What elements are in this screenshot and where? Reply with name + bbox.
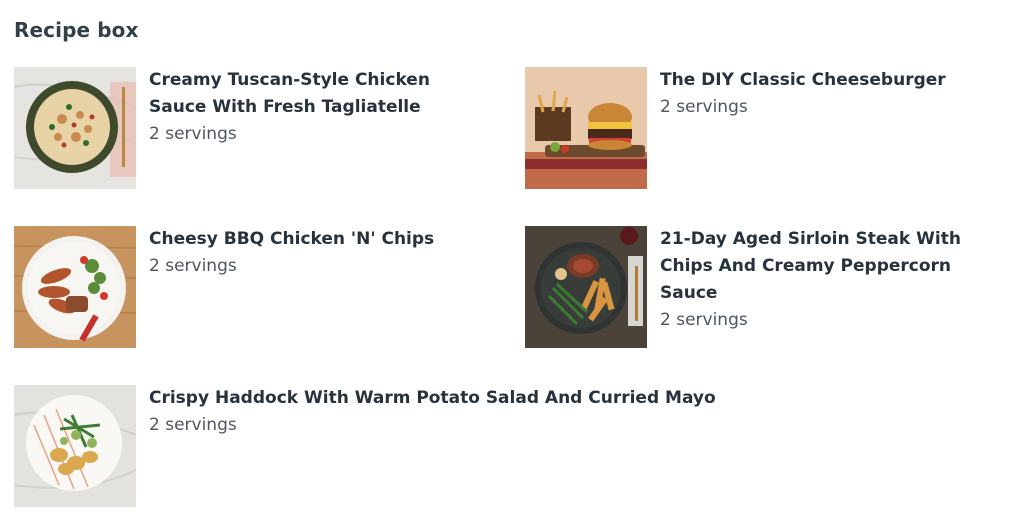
recipe-name: Creamy Tuscan-Style Chicken Sauce With F… [149,70,430,117]
recipe-image-sirloin-steak [525,226,647,348]
recipe-name: 21-Day Aged Sirloin Steak With Chips And… [660,229,961,303]
recipe-image-crispy-haddock [14,385,136,507]
recipe-image-tuscan-chicken [14,67,136,189]
recipe-card-cheeseburger[interactable]: The DIY Classic Cheeseburger 2 servings [525,67,1015,191]
recipe-name: Cheesy BBQ Chicken 'N' Chips [149,229,435,249]
recipe-servings: 2 servings [149,415,237,435]
recipe-card-sirloin-steak[interactable]: 21-Day Aged Sirloin Steak With Chips And… [525,226,1015,350]
recipe-image-cheeseburger [525,67,647,189]
recipe-servings: 2 servings [660,310,748,330]
recipe-card-tuscan-chicken[interactable]: Creamy Tuscan-Style Chicken Sauce With F… [14,67,504,191]
recipe-card-bbq-chicken[interactable]: Cheesy BBQ Chicken 'N' Chips 2 servings [14,226,504,350]
recipe-servings: 2 servings [660,97,748,117]
recipe-servings: 2 servings [149,256,237,276]
recipe-name: Crispy Haddock With Warm Potato Salad An… [149,388,716,408]
page-title: Recipe box [14,18,139,42]
recipe-card-crispy-haddock[interactable]: Crispy Haddock With Warm Potato Salad An… [14,385,734,509]
recipe-name: The DIY Classic Cheeseburger [660,70,946,90]
recipe-image-bbq-chicken [14,226,136,348]
recipe-servings: 2 servings [149,124,237,144]
